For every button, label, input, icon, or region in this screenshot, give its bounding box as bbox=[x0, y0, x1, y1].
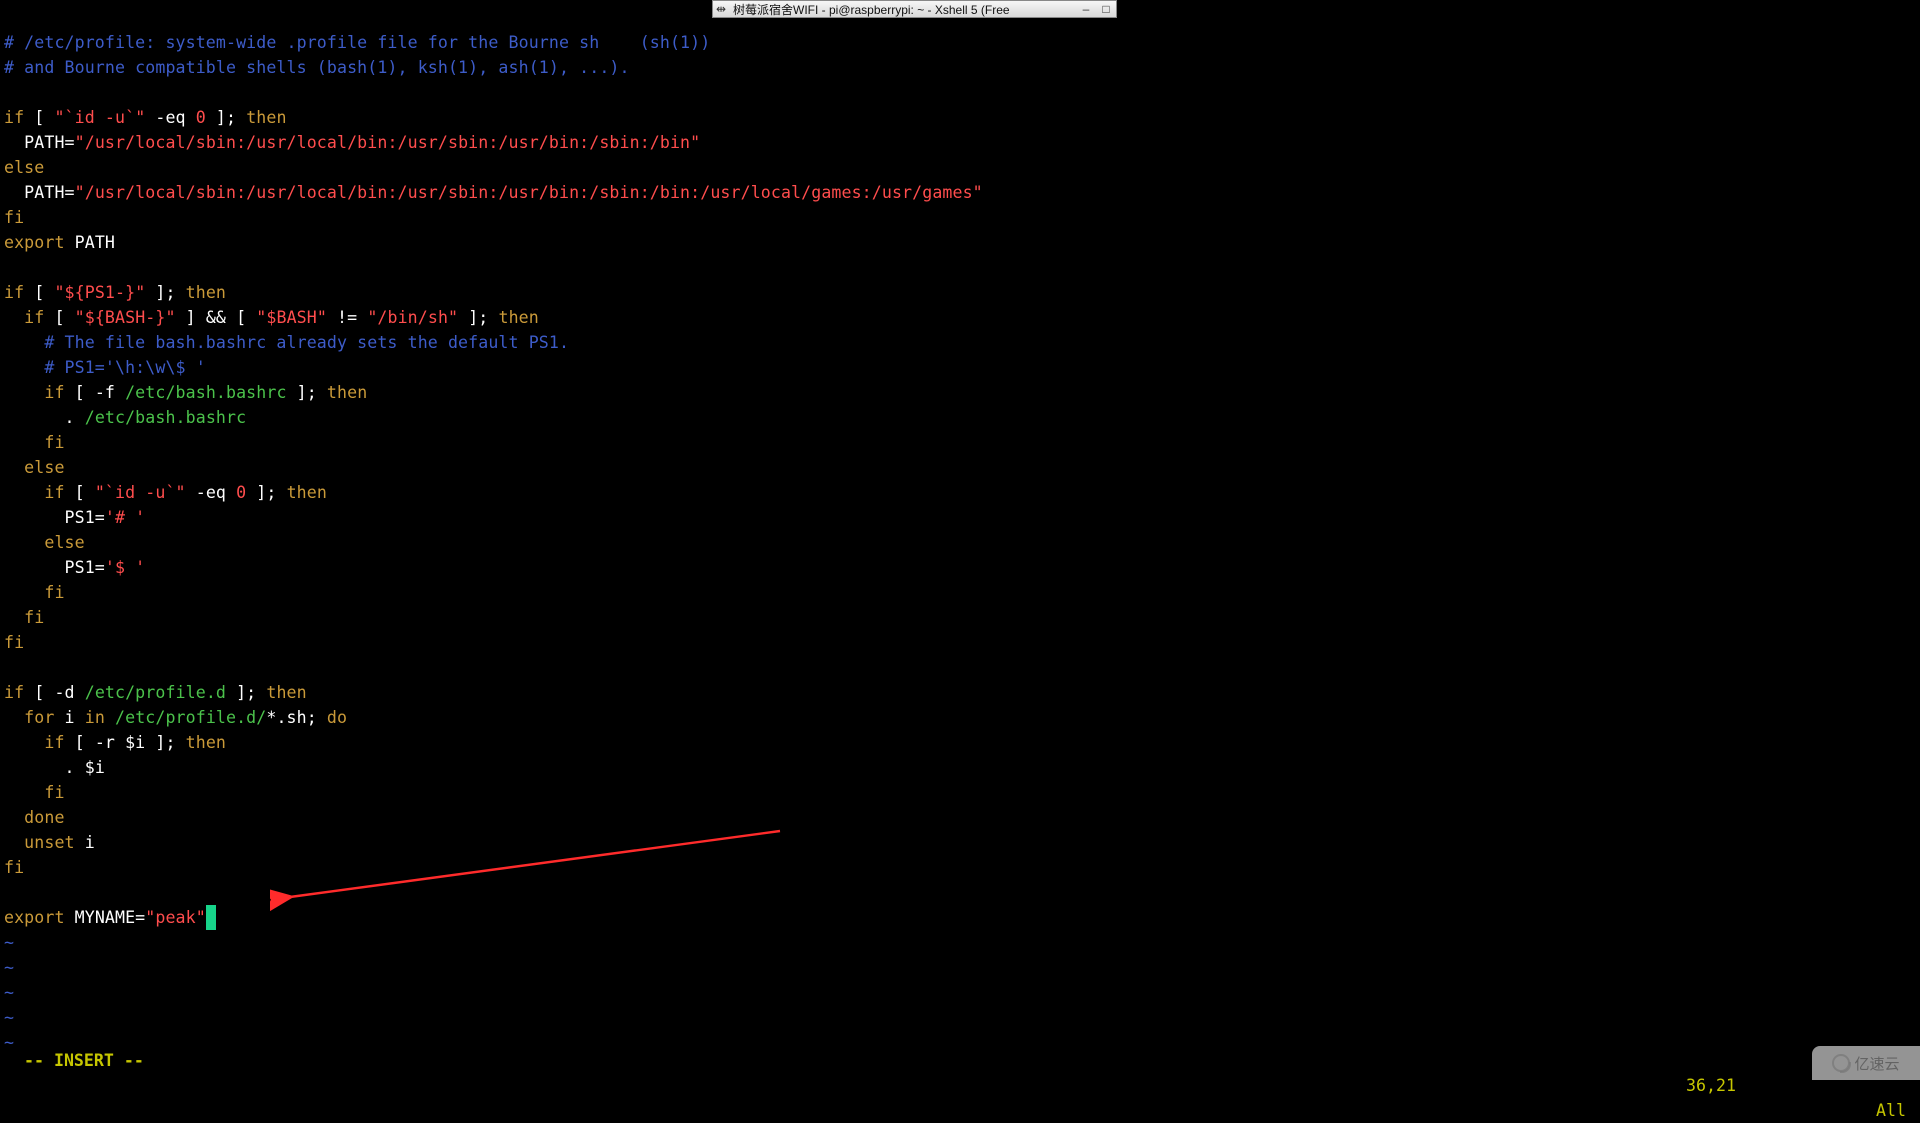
watermark-text: 亿速云 bbox=[1854, 1053, 1899, 1074]
string: "/usr/local/sbin:/usr/local/bin:/usr/sbi… bbox=[75, 183, 983, 202]
terminal-editor[interactable]: # /etc/profile: system-wide .profile fil… bbox=[4, 5, 983, 1055]
string: "peak" bbox=[145, 908, 206, 927]
path: /etc/bash.bashrc bbox=[85, 408, 246, 427]
path: /etc/profile.d bbox=[85, 683, 226, 702]
keyword-fi: fi bbox=[4, 208, 24, 227]
minimize-button[interactable]: – bbox=[1076, 2, 1096, 16]
watermark: 亿速云 bbox=[1812, 1046, 1920, 1080]
keyword-export: export bbox=[4, 908, 65, 927]
code-comment: (sh(1)) bbox=[599, 33, 710, 52]
vim-mode: -- INSERT -- bbox=[24, 1051, 144, 1070]
code-comment: # and Bourne compatible shells (bash(1),… bbox=[4, 58, 630, 77]
vim-cursor-position: 36,21 bbox=[1686, 1073, 1736, 1098]
string: "/usr/local/sbin:/usr/local/bin:/usr/sbi… bbox=[75, 133, 701, 152]
keyword-if: if bbox=[4, 108, 24, 127]
code-comment: # /etc/profile: system-wide .profile fil… bbox=[4, 33, 599, 52]
keyword-else: else bbox=[4, 158, 44, 177]
code-comment: # The file bash.bashrc already sets the … bbox=[4, 333, 569, 352]
string: "`id -u`" bbox=[54, 108, 145, 127]
watermark-logo-icon bbox=[1832, 1054, 1850, 1072]
vim-tilde: ~ bbox=[4, 958, 14, 977]
vim-scroll-indicator: All bbox=[1876, 1098, 1906, 1123]
path: /etc/bash.bashrc bbox=[125, 383, 286, 402]
code-comment: # PS1='\h:\w\$ ' bbox=[4, 358, 206, 377]
vim-tilde: ~ bbox=[4, 983, 14, 1002]
vim-status-line: -- INSERT -- 36,21 All bbox=[4, 1023, 1916, 1048]
cursor bbox=[206, 905, 216, 930]
keyword-export: export bbox=[4, 233, 65, 252]
maximize-button[interactable]: □ bbox=[1096, 2, 1116, 16]
vim-tilde: ~ bbox=[4, 933, 14, 952]
